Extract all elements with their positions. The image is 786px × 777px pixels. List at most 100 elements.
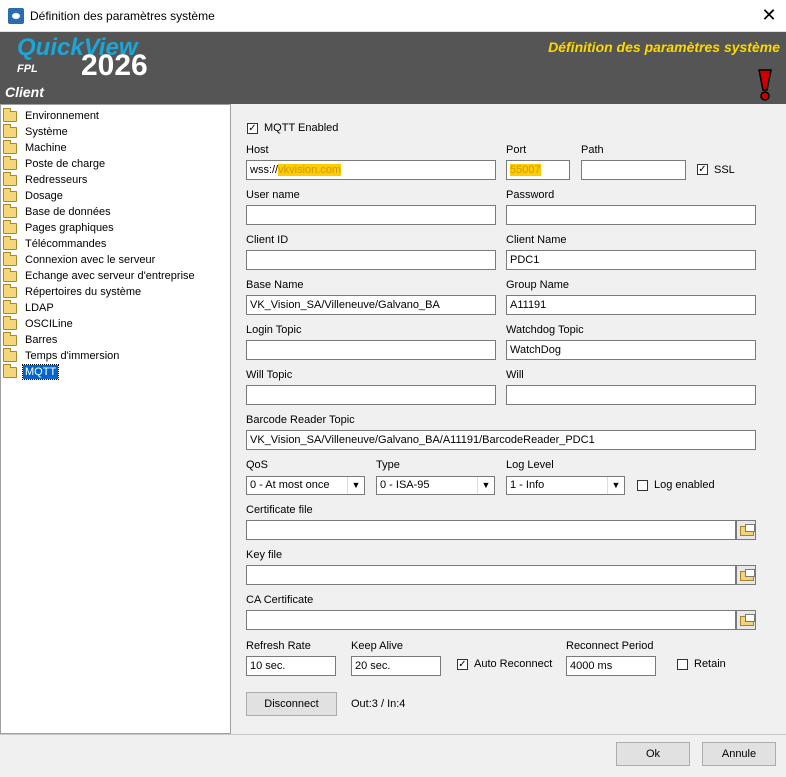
reconnect-period-input[interactable]: 4000 ms — [566, 656, 656, 676]
tree-item-label: Système — [25, 126, 68, 138]
folder-icon — [3, 107, 17, 122]
mqtt-enabled-checkbox[interactable]: ✓ — [247, 123, 258, 134]
tree-item[interactable]: LDAP — [3, 299, 56, 316]
qos-select[interactable]: 0 - At most once ▼ — [246, 476, 365, 495]
folder-icon — [3, 363, 17, 378]
tree-item-label: MQTT — [21, 364, 60, 380]
retain-checkbox[interactable] — [677, 659, 688, 670]
tree-item-label: Temps d'immersion — [25, 350, 120, 362]
qos-label: QoS — [246, 459, 269, 471]
host-input[interactable]: wss://vkvision.com — [246, 160, 496, 180]
tree-item-label: OSCILine — [25, 318, 73, 330]
folder-icon — [3, 347, 17, 362]
type-value: 0 - ISA-95 — [380, 479, 430, 491]
tree-item[interactable]: Pages graphiques — [3, 219, 116, 236]
tree-item[interactable]: Temps d'immersion — [3, 347, 121, 364]
disconnect-button[interactable]: Disconnect — [246, 692, 337, 716]
folder-icon — [3, 123, 17, 138]
folder-icon — [3, 171, 17, 186]
ca-certificate-input[interactable] — [246, 610, 736, 630]
folder-icon — [3, 139, 17, 154]
watchdog-topic-input[interactable]: WatchDog — [506, 340, 756, 360]
refresh-rate-input[interactable]: 10 sec. — [246, 656, 336, 676]
user-name-input[interactable] — [246, 205, 496, 225]
path-label: Path — [581, 144, 604, 156]
log-level-label: Log Level — [506, 459, 554, 471]
login-topic-label: Login Topic — [246, 324, 302, 336]
tree-item[interactable]: MQTT — [3, 363, 60, 380]
settings-tree: Environnement Système Machine Poste de char… — [0, 104, 231, 734]
app-icon — [8, 8, 24, 24]
tree-item[interactable]: Base de données — [3, 203, 113, 220]
tree-item[interactable]: Environnement — [3, 107, 101, 124]
browse-folder-icon[interactable] — [736, 520, 756, 540]
tree-item[interactable]: Poste de charge — [3, 155, 107, 172]
keep-alive-input[interactable]: 20 sec. — [351, 656, 441, 676]
ssl-checkbox[interactable]: ✓ — [697, 164, 708, 175]
barcode-topic-input[interactable]: VK_Vision_SA/Villeneuve/Galvano_BA/A1119… — [246, 430, 756, 450]
tree-item-label: Environnement — [25, 110, 99, 122]
tree-item[interactable]: Redresseurs — [3, 171, 89, 188]
tree-item-label: Redresseurs — [25, 174, 88, 186]
close-icon[interactable]: ✕ — [754, 2, 784, 30]
will-input[interactable] — [506, 385, 756, 405]
tree-item[interactable]: Connexion avec le serveur — [3, 251, 157, 268]
tree-item[interactable]: OSCILine — [3, 315, 75, 332]
type-select[interactable]: 0 - ISA-95 ▼ — [376, 476, 495, 495]
password-label: Password — [506, 189, 555, 201]
type-label: Type — [376, 459, 400, 471]
password-input[interactable] — [506, 205, 756, 225]
login-topic-input[interactable] — [246, 340, 496, 360]
tree-item[interactable]: Télécommandes — [3, 235, 108, 252]
dropdown-arrow-icon: ▼ — [347, 477, 364, 494]
will-label: Will — [506, 369, 524, 381]
log-level-select[interactable]: 1 - Info ▼ — [506, 476, 625, 495]
browse-folder-icon[interactable] — [736, 610, 756, 630]
tree-item-label: Poste de charge — [25, 158, 106, 170]
tree-item[interactable]: Système — [3, 123, 70, 140]
base-name-label: Base Name — [246, 279, 304, 291]
port-label: Port — [506, 144, 527, 156]
tree-item[interactable]: Dosage — [3, 187, 65, 204]
tree-item[interactable]: Répertoires du système — [3, 283, 143, 300]
tree-item[interactable]: Barres — [3, 331, 59, 348]
ca-certificate-label: CA Certificate — [246, 594, 314, 606]
folder-icon — [3, 283, 17, 298]
auto-reconnect-checkbox[interactable]: ✓ — [457, 659, 468, 670]
will-topic-input[interactable] — [246, 385, 496, 405]
cancel-button[interactable]: Annule — [702, 742, 776, 766]
browse-folder-icon[interactable] — [736, 565, 756, 585]
group-name-input[interactable]: A11191 — [506, 295, 756, 315]
brand-client: Client — [5, 84, 44, 100]
footer-separator — [0, 734, 786, 735]
log-level-value: 1 - Info — [510, 479, 545, 491]
dropdown-arrow-icon: ▼ — [607, 477, 624, 494]
certificate-file-input[interactable] — [246, 520, 736, 540]
folder-icon — [3, 299, 17, 314]
tree-item-label: Barres — [25, 334, 58, 346]
ok-button[interactable]: Ok — [616, 742, 690, 766]
connection-status: Out:3 / In:4 — [351, 698, 406, 710]
folder-icon — [3, 235, 17, 250]
will-topic-label: Will Topic — [246, 369, 293, 381]
keep-alive-label: Keep Alive — [351, 640, 403, 652]
group-name-label: Group Name — [506, 279, 569, 291]
port-value: 55007 — [510, 164, 541, 176]
path-input[interactable] — [581, 160, 686, 180]
retain-label: Retain — [694, 658, 726, 670]
log-enabled-checkbox[interactable] — [637, 480, 648, 491]
base-name-input[interactable]: VK_Vision_SA/Villeneuve/Galvano_BA — [246, 295, 496, 315]
key-file-label: Key file — [246, 549, 283, 561]
watchdog-topic-label: Watchdog Topic — [506, 324, 584, 336]
client-name-input[interactable]: PDC1 — [506, 250, 756, 270]
tree-item-label: Connexion avec le serveur — [25, 254, 156, 266]
port-input[interactable]: 55007 — [506, 160, 570, 180]
key-file-input[interactable] — [246, 565, 736, 585]
client-id-input[interactable] — [246, 250, 496, 270]
barcode-topic-label: Barcode Reader Topic — [246, 414, 355, 426]
tree-item-label: Machine — [25, 142, 67, 154]
tree-item[interactable]: Machine — [3, 139, 69, 156]
tree-item[interactable]: Echange avec serveur d'entreprise — [3, 267, 197, 284]
tree-item-label: Dosage — [25, 190, 63, 202]
folder-icon — [3, 331, 17, 346]
